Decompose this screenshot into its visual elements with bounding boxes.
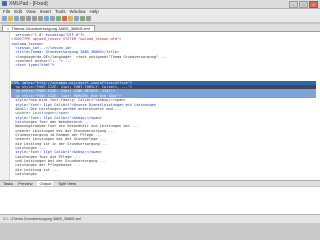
toolbar [0,15,320,23]
window-controls: – □ × [289,1,318,8]
print-icon[interactable] [20,16,25,21]
find-icon[interactable] [68,16,73,21]
undo-icon[interactable] [44,16,49,21]
status-bar: C:\...\Thema Grundversorgung 3ABS_3686S.… [0,214,320,223]
file-path: C:\...\Thema Grundversorgung 3ABS_3686S.… [3,217,81,221]
line-gutter [0,32,10,180]
document-tabs: × Thema: Grundversorgung 3ABS_3686S.xml [0,24,320,32]
paste-icon[interactable] [38,16,43,21]
run-icon[interactable] [80,16,85,21]
code-editor[interactable]: version="1.0" encoding="UTF-8"?> <!DOCTYP… [0,31,320,180]
save-icon[interactable] [14,16,19,21]
open-icon[interactable] [8,16,13,21]
redo-icon[interactable] [50,16,55,21]
output-panel [0,186,320,215]
new-icon[interactable] [2,16,7,21]
code-area[interactable]: version="1.0" encoding="UTF-8"?> <!DOCTYP… [11,33,316,176]
stop-icon[interactable] [62,16,67,21]
title-bar: XMLPad - [Fixed] – □ × [0,0,320,9]
cut-icon[interactable] [26,16,31,21]
copy-icon[interactable] [32,16,37,21]
code-line[interactable]: Leistungen [11,172,316,176]
minimize-button[interactable]: – [289,1,298,8]
maximize-button[interactable]: □ [299,1,308,8]
close-button[interactable]: × [309,1,318,8]
app-icon [2,1,7,6]
window-title: XMLPad - [Fixed] [9,1,48,7]
format-icon[interactable] [74,16,79,21]
settings-icon[interactable] [86,16,91,21]
validate-icon[interactable] [56,16,61,21]
